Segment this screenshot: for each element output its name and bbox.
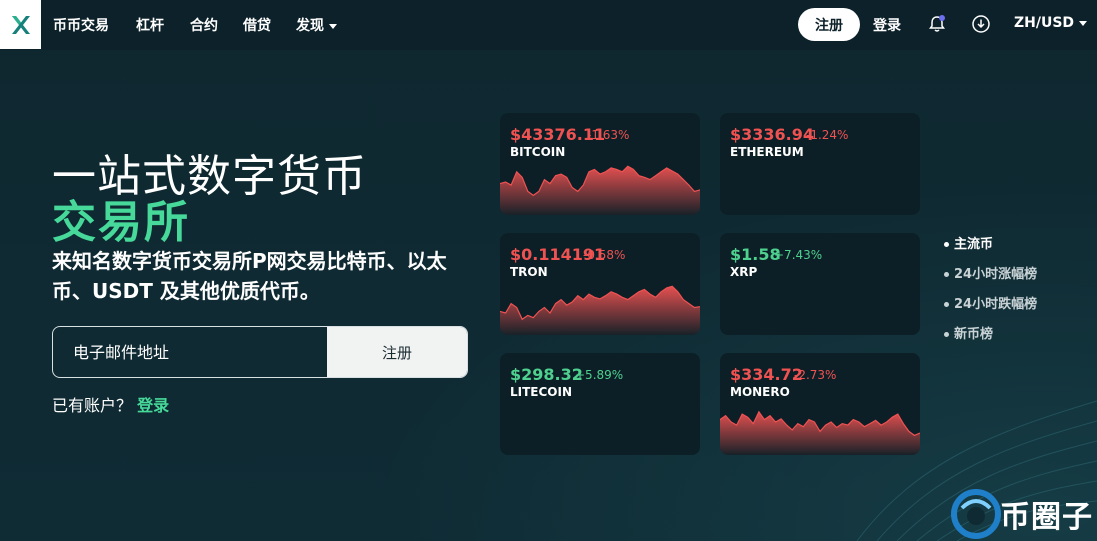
logo[interactable] (0, 0, 41, 49)
market-card-monero[interactable]: $334.72 -2.73% MONERO (720, 353, 920, 455)
chevron-down-icon (1079, 20, 1088, 26)
nav-item-discover[interactable]: 发现 (296, 15, 337, 35)
market-card-ethereum[interactable]: $3336.94 -1.24% ETHEREUM (720, 113, 920, 215)
nav-item-contracts[interactable]: 合约 (190, 15, 218, 35)
hero-login-link[interactable]: 登录 (137, 396, 169, 415)
side-menu-new-coins[interactable]: 新币榜 (944, 323, 993, 342)
sparkline-area (500, 286, 700, 335)
nav-item-margin[interactable]: 杠杆 (136, 15, 164, 35)
market-name: XRP (730, 265, 758, 279)
side-menu-label: 主流币 (954, 237, 994, 252)
login-link[interactable]: 登录 (873, 15, 901, 35)
bell-icon[interactable] (927, 14, 947, 34)
notification-dot (939, 15, 945, 21)
register-button[interactable]: 注册 (798, 8, 860, 41)
side-menu-label: 24小时跌幅榜 (954, 297, 1038, 312)
market-name: LITECOIN (510, 385, 573, 399)
sparkline-area (720, 411, 920, 455)
sparkline-chart (500, 165, 700, 215)
market-card-litecoin[interactable]: $298.32 +5.89% LITECOIN (500, 353, 700, 455)
x-logo-icon (11, 15, 30, 34)
market-change: -0.58% (583, 248, 626, 262)
bullet-dot (944, 302, 949, 307)
market-name: BITCOIN (510, 145, 566, 159)
side-menu-top-losers[interactable]: 24小时跌幅榜 (944, 293, 1037, 312)
side-menu-label: 新币榜 (954, 327, 994, 342)
nav-item-lending[interactable]: 借贷 (243, 15, 271, 35)
market-name: TRON (510, 265, 548, 279)
market-price: $3336.94 (730, 125, 815, 144)
side-menu-top-gainers[interactable]: 24小时涨幅榜 (944, 263, 1037, 282)
side-menu-label: 24小时涨幅榜 (954, 267, 1038, 282)
market-price: $298.32 (510, 365, 583, 384)
locale-currency-selector[interactable]: ZH/USD (1014, 15, 1088, 31)
market-name: MONERO (730, 385, 790, 399)
bullet-dot (944, 332, 949, 337)
market-change: -2.73% (794, 368, 837, 382)
hero-title-line2: 交易所 (52, 197, 190, 248)
market-card-bitcoin[interactable]: $43376.11 -1.63% BITCOIN (500, 113, 700, 215)
have-account-line: 已有账户？ 登录 (52, 392, 169, 416)
market-card-tron[interactable]: $0.114191 -0.58% TRON (500, 233, 700, 335)
email-field[interactable] (53, 327, 327, 377)
download-icon[interactable] (971, 14, 991, 34)
bullet-dot (944, 272, 949, 277)
bullet-dot (944, 242, 949, 247)
nav-item-discover-label: 发现 (296, 18, 324, 34)
top-navigation-bar: 币币交易 杠杆 合约 借贷 发现 注册 登录 ZH/USD (0, 0, 1097, 50)
market-card-xrp[interactable]: $1.58 +7.43% XRP (720, 233, 920, 335)
market-change: +7.43% (774, 248, 823, 262)
signup-submit-button[interactable]: 注册 (327, 327, 467, 377)
signup-form: 注册 (52, 326, 468, 378)
market-price: $334.72 (730, 365, 803, 384)
market-change: -1.24% (806, 128, 849, 142)
sparkline-chart (720, 410, 920, 455)
locale-label: ZH/USD (1014, 15, 1075, 31)
hero-description: 来知名数字货币交易所P网交易比特币、以太币、USDT 及其他优质代币。 (52, 249, 447, 303)
side-menu-mainstream[interactable]: 主流币 (944, 233, 993, 252)
chevron-down-icon (329, 23, 337, 29)
market-change: -1.63% (587, 128, 630, 142)
have-account-text: 已有账户？ (52, 396, 133, 415)
market-name: ETHEREUM (730, 145, 804, 159)
watermark-text: 币圈子 (1000, 500, 1093, 535)
sparkline-chart (500, 285, 700, 335)
nav-item-spot-trading[interactable]: 币币交易 (53, 15, 109, 35)
market-change: +5.89% (575, 368, 624, 382)
